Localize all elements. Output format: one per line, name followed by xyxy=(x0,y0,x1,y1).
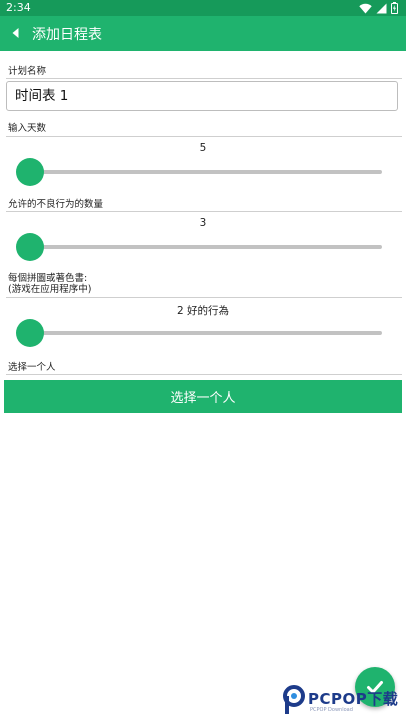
slider-track xyxy=(24,170,382,174)
watermark-subtext: PCPOP Download xyxy=(310,707,353,713)
select-person-button[interactable]: 选择一个人 xyxy=(4,380,402,413)
battery-icon xyxy=(391,2,398,14)
bad-behaviors-value: 3 xyxy=(199,217,207,229)
status-icons xyxy=(359,2,398,14)
slider-track xyxy=(24,245,382,249)
days-label: 输入天数 xyxy=(8,123,47,134)
slider-thumb[interactable] xyxy=(16,233,44,261)
signal-icon xyxy=(376,3,387,13)
bad-behaviors-label: 允许的不良行为的数量 xyxy=(8,199,104,210)
days-value: 5 xyxy=(199,142,207,154)
wifi-icon xyxy=(359,3,372,13)
slider-thumb[interactable] xyxy=(16,158,44,186)
app-bar: 添加日程表 xyxy=(0,16,406,51)
divider xyxy=(6,374,402,375)
divider xyxy=(6,297,402,298)
status-time: 2:34 xyxy=(6,1,31,14)
divider xyxy=(6,78,402,79)
divider xyxy=(6,211,402,212)
status-bar: 2:34 xyxy=(0,0,406,16)
plan-name-label: 计划名称 xyxy=(8,66,47,77)
puzzle-label-line2: (游戏在应用程序中) xyxy=(8,284,92,295)
watermark: PCPOP下载 PCPOP Download xyxy=(280,684,406,720)
person-label: 选择一个人 xyxy=(8,362,56,373)
bad-behaviors-slider[interactable] xyxy=(16,232,382,262)
slider-thumb[interactable] xyxy=(16,319,44,347)
page-title: 添加日程表 xyxy=(32,27,102,43)
puzzle-value: 2 好的行為 xyxy=(176,305,230,317)
watermark-text: PCPOP下载 xyxy=(308,690,399,708)
slider-track xyxy=(24,331,382,335)
pcpop-logo-icon xyxy=(283,685,305,714)
back-arrow-icon[interactable] xyxy=(8,25,24,41)
divider xyxy=(6,136,402,137)
plan-name-input[interactable]: 时间表 1 xyxy=(6,81,398,111)
puzzle-slider[interactable] xyxy=(16,318,382,348)
days-slider[interactable] xyxy=(16,157,382,187)
